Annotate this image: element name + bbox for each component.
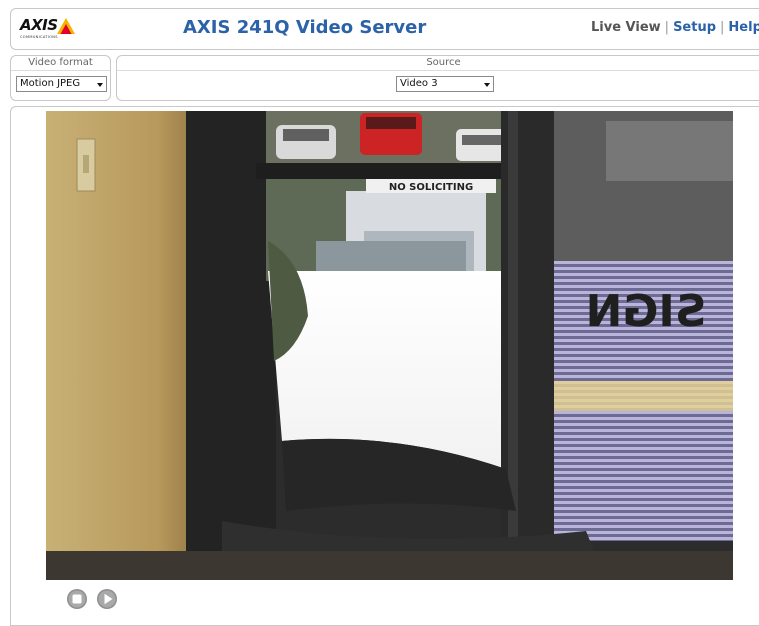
logo-text: AXIS [20, 16, 58, 34]
play-icon[interactable] [96, 588, 118, 610]
nav-separator: | [720, 20, 725, 35]
source-label: Source [117, 57, 759, 71]
top-navigation: Live View | Setup | Help [591, 20, 759, 35]
window-sign-text: SIGN [586, 286, 707, 337]
logo-triangle-icon [57, 18, 75, 34]
chevron-down-icon [97, 83, 103, 87]
axis-logo[interactable]: AXIS COMMUNICATIONS [20, 16, 82, 44]
chevron-down-icon [484, 83, 490, 87]
page-title: AXIS 241Q Video Server [183, 17, 427, 38]
stop-icon[interactable] [66, 588, 88, 610]
setup-link[interactable]: Setup [673, 20, 716, 35]
live-view-link[interactable]: Live View [591, 20, 661, 35]
video-scene: NO SOLICITING SIGN [46, 111, 733, 580]
video-format-select[interactable]: Motion JPEG [16, 76, 107, 92]
source-select[interactable]: Video 3 [396, 76, 494, 92]
video-format-label: Video format [11, 57, 110, 71]
no-soliciting-sign: NO SOLICITING [389, 182, 473, 193]
video-format-value: Motion JPEG [20, 78, 81, 89]
live-video-image: NO SOLICITING SIGN [46, 111, 733, 580]
nav-separator: | [664, 20, 670, 35]
source-panel: Source Video 3 [116, 55, 759, 101]
logo-subtext: COMMUNICATIONS [20, 35, 58, 39]
header-bar: AXIS COMMUNICATIONS AXIS 241Q Video Serv… [10, 8, 759, 50]
help-link[interactable]: Help [728, 20, 759, 35]
source-value: Video 3 [400, 78, 438, 89]
video-format-panel: Video format Motion JPEG [10, 55, 111, 101]
